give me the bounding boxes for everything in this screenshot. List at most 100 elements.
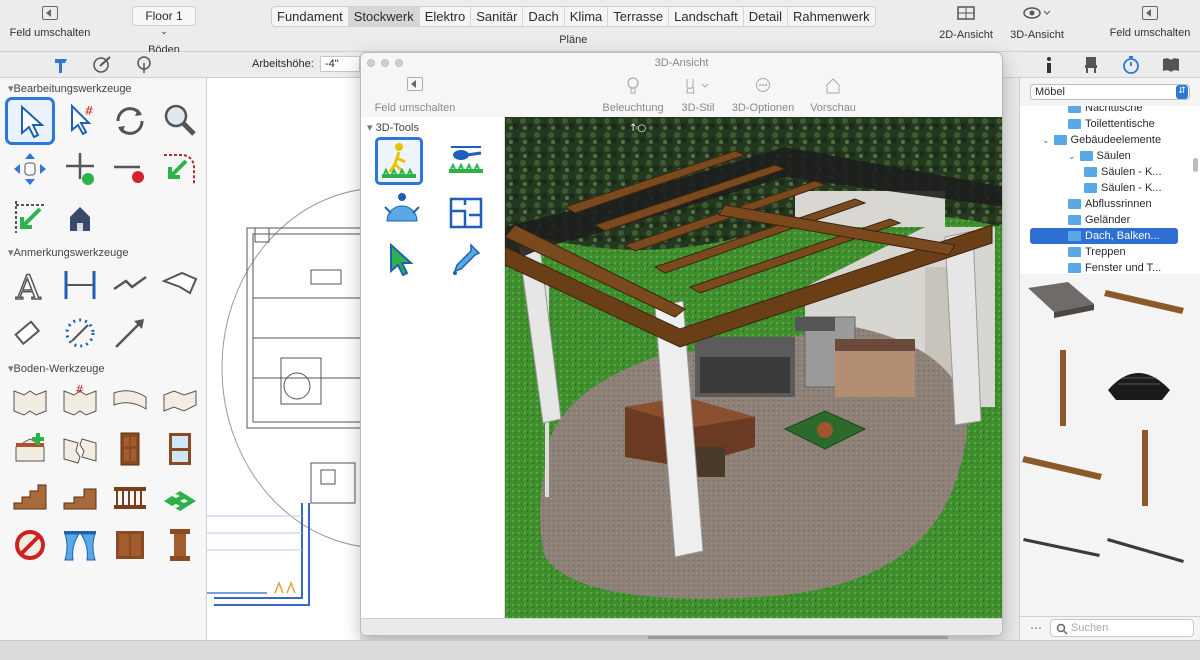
section-header-annotation-tools[interactable]: Anmerkungswerkzeuge bbox=[0, 242, 206, 262]
add-room-tool[interactable] bbox=[6, 426, 54, 472]
library-item-rail-2[interactable] bbox=[1106, 534, 1186, 567]
pan-tool[interactable] bbox=[6, 146, 54, 192]
label-tool[interactable] bbox=[6, 310, 54, 356]
door-tool[interactable] bbox=[106, 426, 154, 472]
library-tree-item[interactable]: Säulen - K... bbox=[1084, 164, 1162, 180]
tab-stockwerk[interactable]: Stockwerk bbox=[348, 7, 420, 26]
chair-icon[interactable] bbox=[1082, 56, 1100, 74]
tab-klima[interactable]: Klima bbox=[565, 7, 609, 26]
tree-scrollbar[interactable] bbox=[1193, 158, 1198, 172]
tab-detail[interactable]: Detail bbox=[744, 7, 788, 26]
section-header-edit-tools[interactable]: Bearbeitungswerkzeuge bbox=[0, 78, 206, 98]
view-3d-button[interactable]: 3D-Ansicht bbox=[1006, 6, 1068, 41]
wall-edit-tool[interactable]: # bbox=[56, 378, 104, 424]
line-tool[interactable] bbox=[106, 262, 154, 308]
3d-style-button[interactable]: 3D-Stil bbox=[678, 77, 718, 114]
remove-point-tool[interactable] bbox=[106, 146, 154, 192]
select-plus-tool[interactable]: # bbox=[56, 98, 104, 144]
library-tree-item[interactable]: Säulen - K... bbox=[1084, 180, 1162, 196]
left-panel-toggle-button[interactable]: Feld umschalten bbox=[8, 6, 92, 39]
curved-wall-tool[interactable] bbox=[106, 378, 154, 424]
library-tree-item[interactable]: Geländer bbox=[1068, 212, 1130, 228]
close-window-button[interactable] bbox=[367, 59, 375, 67]
minimize-window-button[interactable] bbox=[381, 59, 389, 67]
tab-rahmenwerk[interactable]: Rahmenwerk bbox=[788, 7, 875, 26]
library-item-rail-1[interactable] bbox=[1022, 534, 1102, 561]
library-item-post-2[interactable] bbox=[1138, 428, 1152, 511]
stair-landing-tool[interactable] bbox=[56, 474, 104, 520]
tab-elektro[interactable]: Elektro bbox=[420, 7, 472, 26]
tab-landschaft[interactable]: Landschaft bbox=[669, 7, 744, 26]
lighting-button[interactable]: Beleuchtung bbox=[601, 77, 665, 114]
stopwatch-icon[interactable] bbox=[1122, 55, 1140, 75]
tab-terrasse[interactable]: Terrasse bbox=[608, 7, 670, 26]
more-options-icon[interactable]: ⋯ bbox=[1030, 621, 1042, 635]
library-item-beam-1[interactable] bbox=[1104, 284, 1188, 321]
select-tool[interactable] bbox=[5, 97, 55, 145]
3d-tools-header[interactable]: ▾ 3D-Tools bbox=[361, 117, 504, 135]
corner-tool[interactable] bbox=[156, 146, 204, 192]
book-icon[interactable] bbox=[1161, 56, 1181, 74]
view-2d-button[interactable]: 2D-Ansicht bbox=[936, 6, 996, 41]
rotate-tool[interactable] bbox=[106, 98, 154, 144]
marker-tool[interactable] bbox=[156, 262, 204, 308]
orbit-tool[interactable] bbox=[381, 191, 423, 236]
palette-icon[interactable] bbox=[92, 56, 112, 74]
info-icon[interactable] bbox=[1041, 56, 1057, 74]
library-item-post-1[interactable] bbox=[1056, 348, 1070, 431]
helicopter-view-tool[interactable] bbox=[445, 141, 487, 184]
eyedropper-tool[interactable] bbox=[449, 241, 485, 280]
tree-icon[interactable] bbox=[134, 56, 154, 74]
window-panel-toggle-button[interactable]: Feld umschalten bbox=[369, 77, 461, 114]
library-select[interactable]: Möbel bbox=[1030, 84, 1190, 100]
stairs-tool[interactable] bbox=[6, 474, 54, 520]
library-tree-item[interactable]: Nachttische bbox=[1068, 106, 1142, 116]
workheight-input[interactable]: -4" bbox=[320, 56, 360, 72]
extend-tool[interactable] bbox=[6, 194, 54, 240]
break-tool[interactable] bbox=[56, 426, 104, 472]
horizontal-scrollbar[interactable] bbox=[648, 636, 948, 639]
right-panel-toggle-button[interactable]: Feld umschalten bbox=[1106, 6, 1194, 39]
arrow-tool[interactable] bbox=[106, 310, 154, 356]
library-item-roof-panel[interactable] bbox=[1024, 276, 1102, 335]
window-titlebar[interactable]: 3D-Ansicht bbox=[361, 53, 1002, 73]
hammer-icon[interactable] bbox=[52, 56, 72, 74]
column-tool[interactable] bbox=[156, 522, 204, 568]
circle-dim-tool[interactable] bbox=[56, 310, 104, 356]
library-tree-item[interactable]: Treppen bbox=[1068, 244, 1126, 260]
chevron-down-icon[interactable]: ⌄ bbox=[1042, 135, 1050, 146]
walkthrough-tool[interactable] bbox=[375, 137, 423, 185]
curtain-tool[interactable] bbox=[56, 522, 104, 568]
railing-tool[interactable] bbox=[106, 474, 154, 520]
preview-button[interactable]: Vorschau bbox=[807, 77, 859, 114]
room-tool[interactable] bbox=[156, 378, 204, 424]
zoom-tool[interactable] bbox=[156, 98, 204, 144]
terrain-tool[interactable] bbox=[156, 474, 204, 520]
library-search-input[interactable]: Suchen bbox=[1050, 619, 1194, 637]
house-tool[interactable] bbox=[56, 194, 104, 240]
tab-dach[interactable]: Dach bbox=[523, 7, 565, 26]
window-tool[interactable] bbox=[156, 426, 204, 472]
library-tree-item[interactable]: Dach, Balken... bbox=[1030, 228, 1178, 244]
wall-tool[interactable] bbox=[6, 378, 54, 424]
section-header-floor-tools[interactable]: Boden-Werkzeuge bbox=[0, 358, 206, 378]
floor-plan-canvas[interactable] bbox=[207, 78, 360, 640]
add-point-tool[interactable] bbox=[56, 146, 104, 192]
library-item-beam-2[interactable] bbox=[1022, 448, 1106, 485]
3d-render-viewport[interactable]: ↑○ bbox=[505, 117, 1002, 618]
library-tree-item[interactable]: Toilettentische bbox=[1068, 116, 1155, 132]
3d-options-button[interactable]: 3D-Optionen bbox=[729, 77, 797, 114]
tab-fundament[interactable]: Fundament bbox=[272, 7, 349, 26]
no-tool[interactable] bbox=[6, 522, 54, 568]
text-tool[interactable]: A bbox=[6, 262, 54, 308]
chevron-down-icon[interactable]: ⌄ bbox=[1068, 151, 1076, 162]
library-item-dome[interactable] bbox=[1104, 360, 1174, 411]
floor-select[interactable]: Floor 1 ⌄ bbox=[132, 6, 196, 36]
dimension-tool[interactable] bbox=[56, 262, 104, 308]
floor-plan-3d-tool[interactable] bbox=[445, 193, 487, 236]
cabinet-tool[interactable] bbox=[106, 522, 154, 568]
3d-select-tool[interactable] bbox=[383, 241, 419, 280]
library-tree-item[interactable]: ⌄ Säulen bbox=[1068, 148, 1131, 164]
library-tree-item[interactable]: ⌄ Gebäudeelemente bbox=[1042, 132, 1161, 148]
zoom-window-button[interactable] bbox=[395, 59, 403, 67]
